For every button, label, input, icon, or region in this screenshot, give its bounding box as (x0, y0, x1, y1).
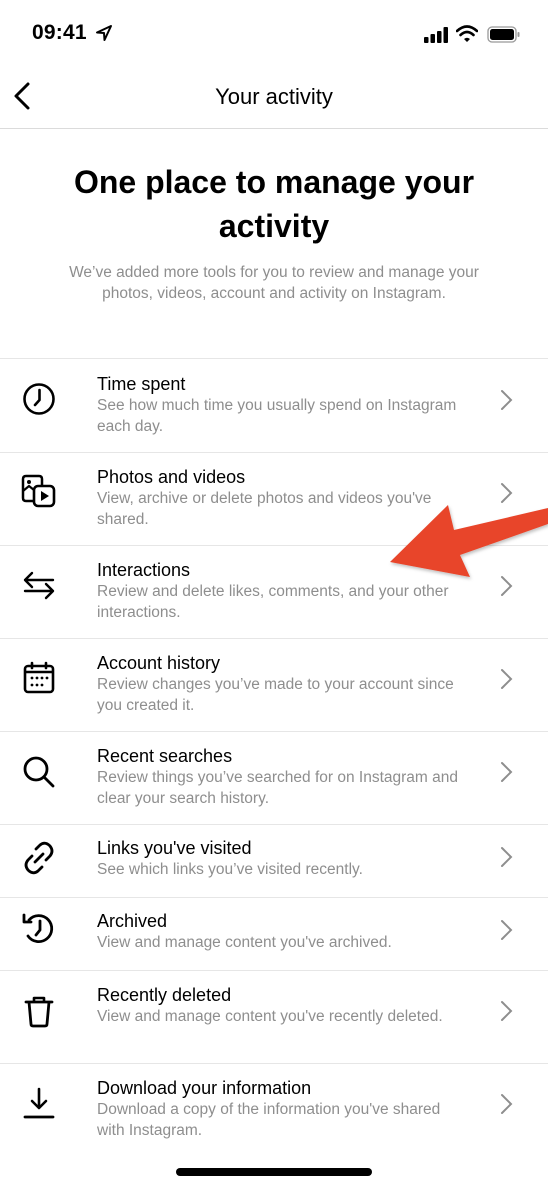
list-item-recent-searches[interactable]: Recent searches Review things you’ve sea… (0, 732, 548, 825)
chevron-right-icon (501, 920, 513, 940)
calendar-icon (20, 659, 58, 697)
item-title: Recent searches (97, 746, 233, 766)
search-icon (20, 753, 58, 791)
item-description: See how much time you usually spend on I… (97, 397, 457, 435)
item-title: Links you've visited (97, 838, 252, 858)
item-description: View, archive or delete photos and video… (97, 490, 432, 528)
nav-bar: Your activity (0, 70, 548, 129)
link-icon (20, 839, 58, 877)
chevron-right-icon (501, 1001, 513, 1021)
list-item-recently-deleted[interactable]: Recently deleted View and manage content… (0, 971, 548, 1064)
activity-options-list: Time spent See how much time you usually… (0, 360, 548, 1157)
item-description: View and manage content you've archived. (97, 934, 392, 951)
download-icon (20, 1085, 58, 1123)
home-indicator[interactable] (176, 1168, 372, 1176)
item-title: Interactions (97, 560, 191, 580)
trash-icon (20, 992, 58, 1030)
item-title: Time spent (97, 374, 186, 394)
chevron-right-icon (501, 669, 513, 689)
list-item-photos-and-videos[interactable]: Photos and videos View, archive or delet… (0, 453, 548, 546)
item-title: Photos and videos (97, 467, 246, 487)
intro-description: We’ve added more tools for you to review… (69, 264, 479, 302)
list-item-archived[interactable]: Archived View and manage content you've … (0, 898, 548, 971)
item-description: View and manage content you've recently … (97, 1008, 443, 1025)
list-item-download-information[interactable]: Download your information Download a cop… (0, 1064, 548, 1157)
page-title: Your activity (215, 84, 333, 109)
chevron-right-icon (501, 1094, 513, 1114)
item-description: Review things you’ve searched for on Ins… (97, 769, 459, 807)
chevron-right-icon (501, 762, 513, 782)
clock-icon (20, 380, 58, 418)
chevron-right-icon (501, 847, 513, 867)
archive-history-icon (20, 910, 58, 948)
item-description: Review changes you’ve made to your accou… (97, 676, 454, 714)
item-description: See which links you’ve visited recently. (97, 861, 363, 878)
photos-videos-icon (20, 473, 58, 511)
list-item-time-spent[interactable]: Time spent See how much time you usually… (0, 360, 548, 453)
list-item-links-visited[interactable]: Links you've visited See which links you… (0, 825, 548, 898)
intro-section: One place to manage your activity We’ve … (0, 130, 548, 359)
status-time: 09:41 (32, 21, 87, 44)
intro-heading: One place to manage your activity (73, 164, 475, 244)
item-title: Download your information (97, 1078, 312, 1098)
item-description: Download a copy of the information you'v… (97, 1101, 441, 1139)
list-item-interactions[interactable]: Interactions Review and delete likes, co… (0, 546, 548, 639)
chevron-right-icon (501, 576, 513, 596)
signal-icon (424, 27, 448, 43)
item-title: Archived (97, 911, 168, 931)
battery-icon (487, 26, 520, 43)
list-item-account-history[interactable]: Account history Review changes you’ve ma… (0, 639, 548, 732)
location-arrow-icon (96, 25, 112, 41)
status-bar: 09:41 (0, 0, 548, 70)
chevron-right-icon (501, 390, 513, 410)
item-title: Account history (97, 653, 221, 673)
item-title: Recently deleted (97, 985, 232, 1005)
interactions-arrows-icon (20, 566, 58, 604)
wifi-icon (456, 25, 478, 42)
chevron-right-icon (501, 483, 513, 503)
item-description: Review and delete likes, comments, and y… (97, 583, 449, 621)
